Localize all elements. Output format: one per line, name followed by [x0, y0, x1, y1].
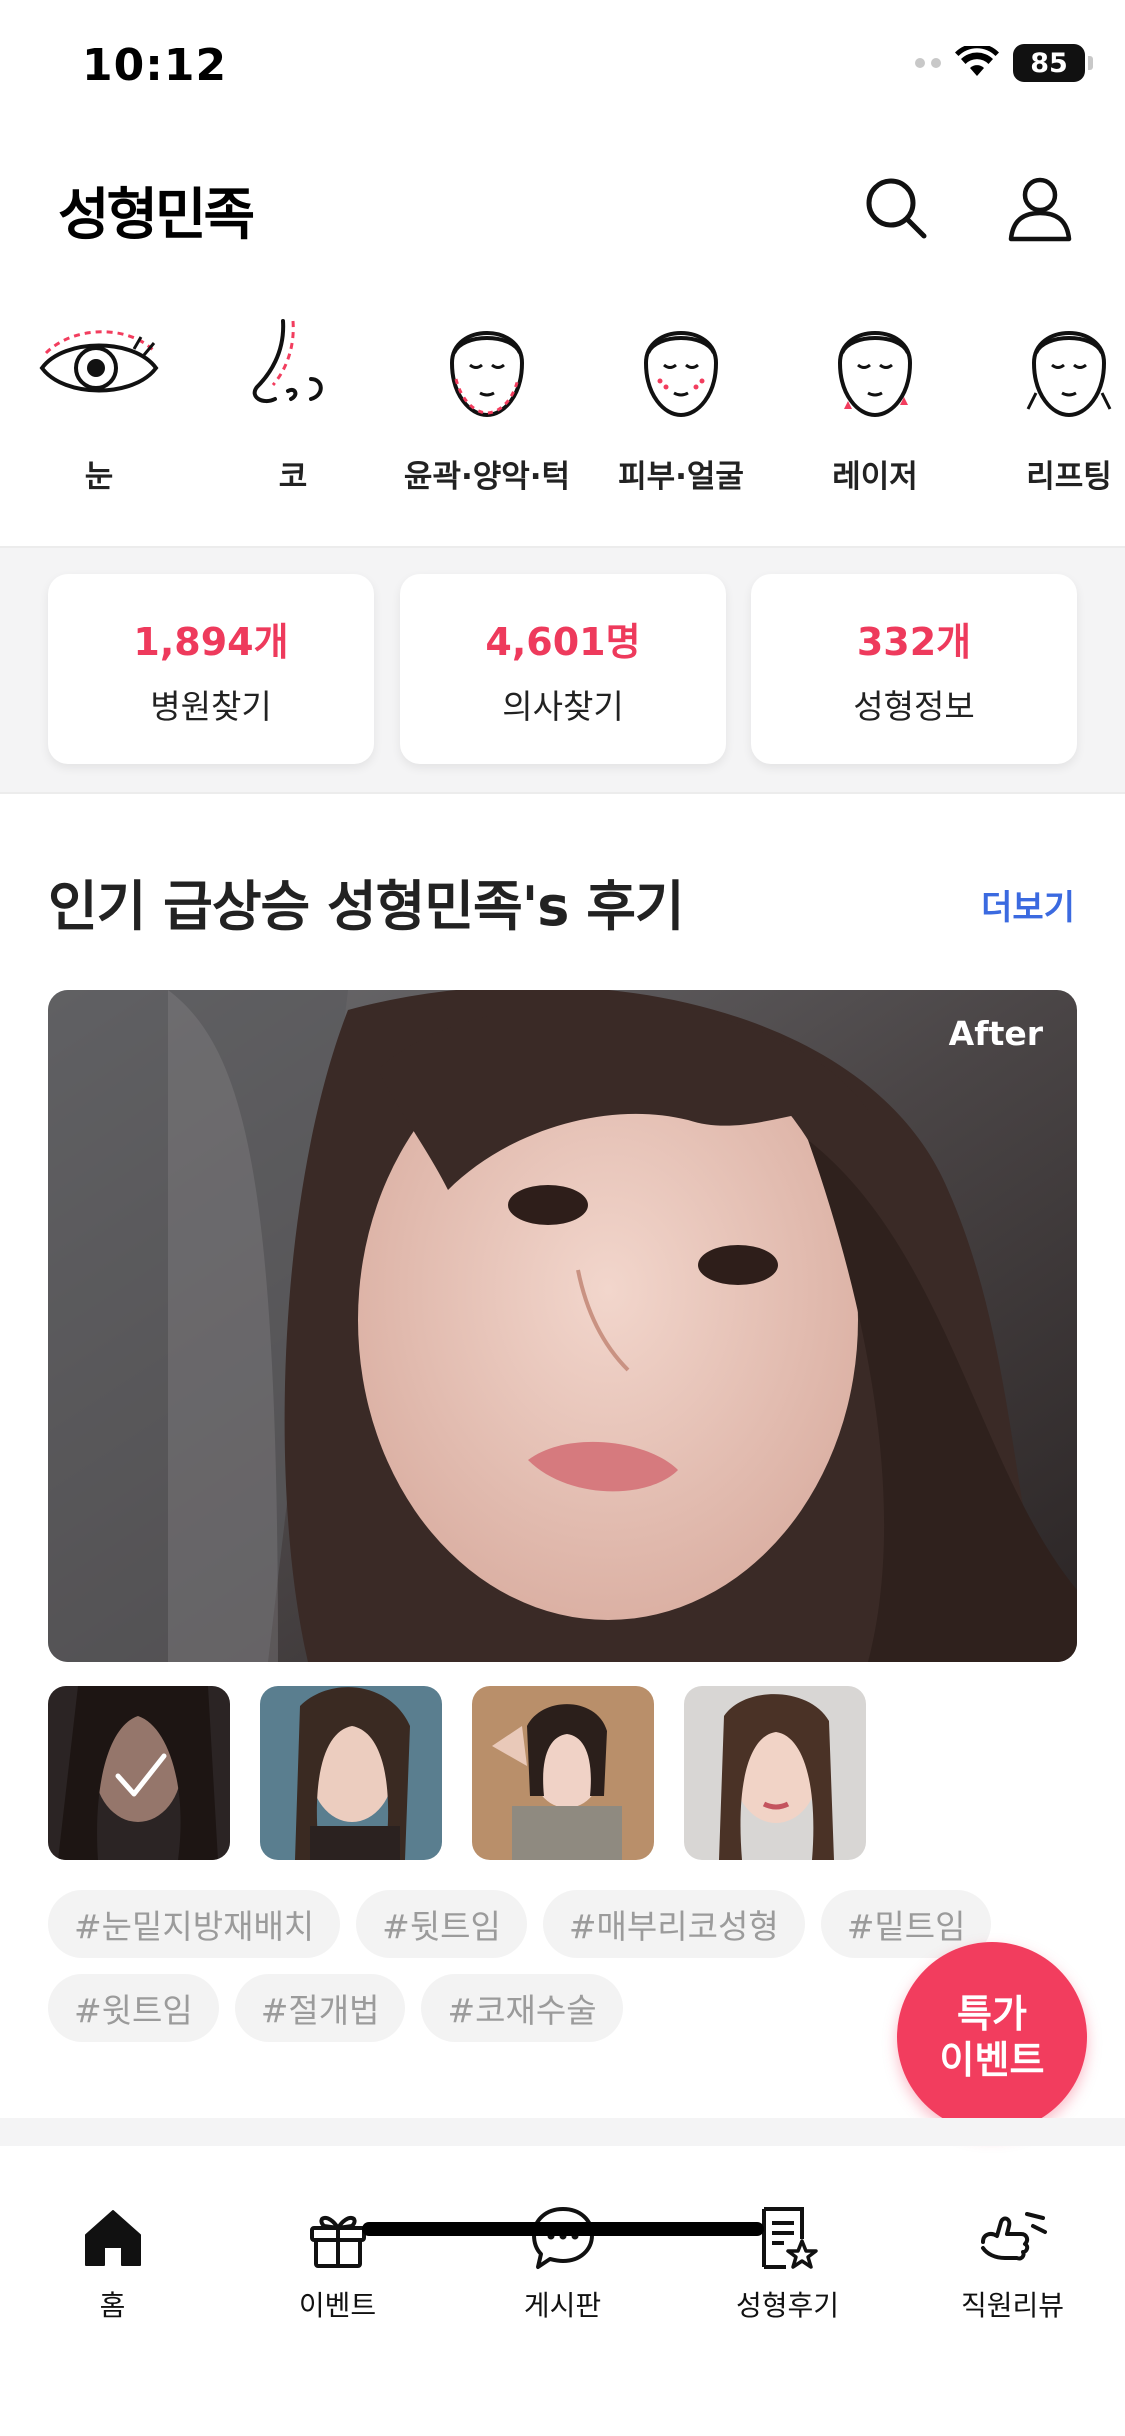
- hashtag-chip[interactable]: #윗트임: [48, 1974, 219, 2042]
- fab-line2: 이벤트: [939, 2038, 1045, 2082]
- after-badge: After: [948, 1014, 1043, 1053]
- tab-label: 성형후기: [735, 2289, 840, 2322]
- hashtag-chip[interactable]: #눈밑지방재배치: [48, 1890, 341, 1958]
- tab-reviews[interactable]: 성형후기: [675, 2176, 900, 2324]
- review-thumbnails: [48, 1686, 866, 1860]
- status-bar: 10:12 85: [0, 0, 1125, 132]
- stat-value: 4,601명: [485, 619, 641, 664]
- hashtag-list: #눈밑지방재배치 #뒷트임 #매부리코성형 #밑트임 #윗트임 #절개법 #코재…: [48, 1890, 1028, 2042]
- app-header: 성형민족: [0, 150, 1125, 260]
- tab-home[interactable]: 홈: [0, 2176, 225, 2324]
- section-divider: [0, 2118, 1125, 2146]
- tab-label: 홈: [99, 2289, 126, 2322]
- battery-icon: 85: [1013, 44, 1093, 82]
- hashtag-chip[interactable]: #매부리코성형: [542, 1890, 805, 1958]
- status-indicators: 85: [915, 44, 1093, 82]
- app-logo[interactable]: 성형민족: [58, 170, 255, 251]
- category-label: 레이저: [832, 459, 918, 495]
- section-title: 인기 급상승 성형민족's 후기: [48, 875, 685, 938]
- doctor-search-card[interactable]: 4,601명 의사찾기: [400, 574, 726, 764]
- thumbnail-1-selected[interactable]: [48, 1686, 230, 1860]
- stat-label: 성형정보: [853, 686, 975, 726]
- tab-staff-review[interactable]: 직원리뷰: [900, 2176, 1125, 2324]
- thumbnail-2[interactable]: [260, 1686, 442, 1860]
- cellular-signal-icon: [915, 58, 941, 68]
- battery-level: 85: [1030, 47, 1068, 79]
- face-contour-icon: [422, 310, 552, 425]
- hashtag-chip[interactable]: #뒷트임: [356, 1890, 527, 1958]
- category-contour[interactable]: 윤곽·양악·턱: [390, 310, 584, 500]
- category-skin[interactable]: 피부·얼굴: [584, 310, 778, 500]
- stat-value: 1,894개: [133, 619, 289, 664]
- fab-line1: 특가: [957, 1992, 1027, 2036]
- review-main-photo[interactable]: After: [48, 990, 1077, 1662]
- bottom-tab-bar: 홈 이벤트 게시판 성형후기 직원리뷰: [0, 2176, 1125, 2436]
- thumbnail-3[interactable]: [472, 1686, 654, 1860]
- tab-board[interactable]: 게시판: [450, 2176, 675, 2324]
- stat-label: 의사찾기: [502, 686, 624, 726]
- review-doc-icon: [752, 2202, 824, 2274]
- home-indicator: [362, 2222, 764, 2236]
- thumbnail-4[interactable]: [684, 1686, 866, 1860]
- stat-label: 병원찾기: [150, 686, 272, 726]
- home-icon: [77, 2202, 149, 2274]
- gift-icon: [302, 2202, 374, 2274]
- nose-icon: [228, 310, 358, 425]
- category-label: 눈: [84, 459, 114, 495]
- tab-label: 이벤트: [298, 2289, 377, 2322]
- category-laser[interactable]: 레이저: [778, 310, 972, 500]
- tab-label: 직원리뷰: [960, 2289, 1065, 2322]
- face-lifting-icon: [1004, 310, 1125, 425]
- user-icon[interactable]: [1002, 170, 1078, 246]
- category-lifting[interactable]: 리프팅: [972, 310, 1125, 500]
- tab-label: 게시판: [523, 2289, 602, 2322]
- category-label: 윤곽·양악·턱: [403, 459, 571, 495]
- eye-icon: [34, 310, 164, 425]
- category-label: 리프팅: [1026, 459, 1112, 495]
- hashtag-chip[interactable]: #코재수술: [421, 1974, 623, 2042]
- category-nose[interactable]: 코: [196, 310, 390, 500]
- status-time: 10:12: [82, 40, 228, 91]
- face-laser-icon: [810, 310, 940, 425]
- wifi-icon: [955, 46, 999, 76]
- stats-section: 1,894개 병원찾기 4,601명 의사찾기 332개 성형정보: [0, 546, 1125, 794]
- hashtag-chip[interactable]: #절개법: [234, 1974, 406, 2042]
- thumbs-down-icon: [977, 2202, 1049, 2274]
- search-icon[interactable]: [858, 170, 934, 246]
- chat-bubble-icon: [527, 2202, 599, 2274]
- surgery-info-card[interactable]: 332개 성형정보: [751, 574, 1077, 764]
- stat-value: 332개: [856, 619, 972, 664]
- category-row: 눈 코 윤곽·양악·턱 피부·얼굴 레이저 리프팅: [0, 310, 1125, 500]
- category-label: 코: [278, 459, 308, 495]
- hospital-search-card[interactable]: 1,894개 병원찾기: [48, 574, 374, 764]
- portrait-photo: [48, 990, 1077, 1662]
- more-link[interactable]: 더보기: [981, 880, 1075, 929]
- tab-event[interactable]: 이벤트: [225, 2176, 450, 2324]
- special-event-button[interactable]: 특가 이벤트: [897, 1942, 1087, 2132]
- category-label: 피부·얼굴: [618, 459, 744, 495]
- category-eye[interactable]: 눈: [2, 310, 196, 500]
- face-skin-icon: [616, 310, 746, 425]
